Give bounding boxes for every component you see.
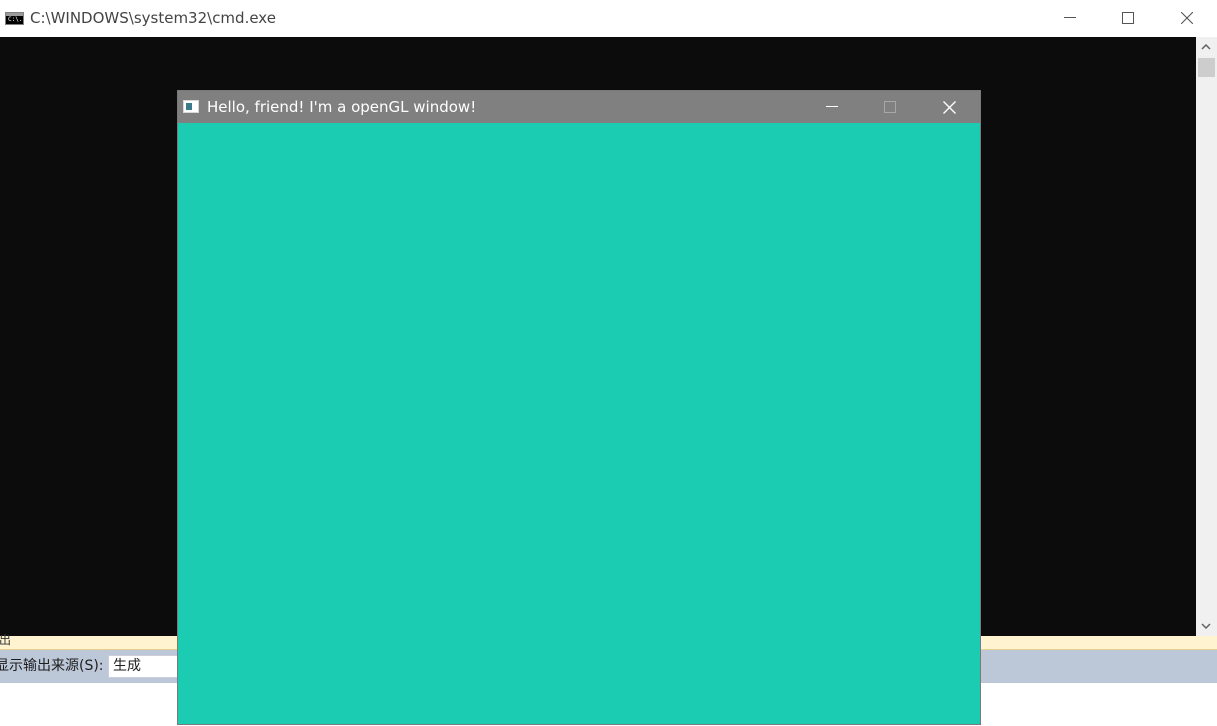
opengl-render-surface[interactable] — [178, 123, 980, 724]
console-window-title: C:\WINDOWS\system32\cmd.exe — [30, 9, 276, 27]
console-maximize-button[interactable] — [1099, 0, 1157, 36]
chevron-up-icon — [1201, 43, 1211, 50]
maximize-icon — [884, 101, 896, 113]
console-minimize-button[interactable] — [1041, 0, 1099, 36]
minimize-icon — [1064, 17, 1076, 18]
console-vertical-scrollbar[interactable] — [1196, 37, 1217, 636]
minimize-icon — [826, 106, 838, 107]
application-window-icon-pane — [186, 103, 192, 110]
console-icon-glyph: C:\. — [8, 16, 23, 23]
console-titlebar[interactable]: C:\. C:\WINDOWS\system32\cmd.exe — [0, 0, 1217, 37]
opengl-window[interactable]: Hello, friend! I'm a openGL window! — [178, 91, 980, 724]
opengl-window-title: Hello, friend! I'm a openGL window! — [207, 98, 477, 116]
scroll-up-button[interactable] — [1196, 37, 1217, 57]
scroll-down-button[interactable] — [1196, 616, 1217, 636]
scroll-thumb[interactable] — [1198, 58, 1215, 77]
output-panel-tab-fragment: 出 — [0, 633, 12, 647]
application-window-icon[interactable] — [183, 100, 199, 113]
opengl-maximize-button — [861, 91, 919, 123]
console-icon[interactable]: C:\. — [5, 12, 24, 25]
chevron-down-icon — [1201, 623, 1211, 630]
opengl-close-button[interactable] — [920, 91, 978, 123]
opengl-minimize-button[interactable] — [803, 91, 861, 123]
opengl-titlebar[interactable]: Hello, friend! I'm a openGL window! — [178, 91, 980, 123]
output-source-label: 显示输出来源(S): — [0, 658, 104, 674]
console-close-button[interactable] — [1158, 0, 1216, 36]
close-icon — [1181, 12, 1193, 24]
close-icon — [943, 101, 956, 114]
maximize-icon — [1122, 12, 1134, 24]
